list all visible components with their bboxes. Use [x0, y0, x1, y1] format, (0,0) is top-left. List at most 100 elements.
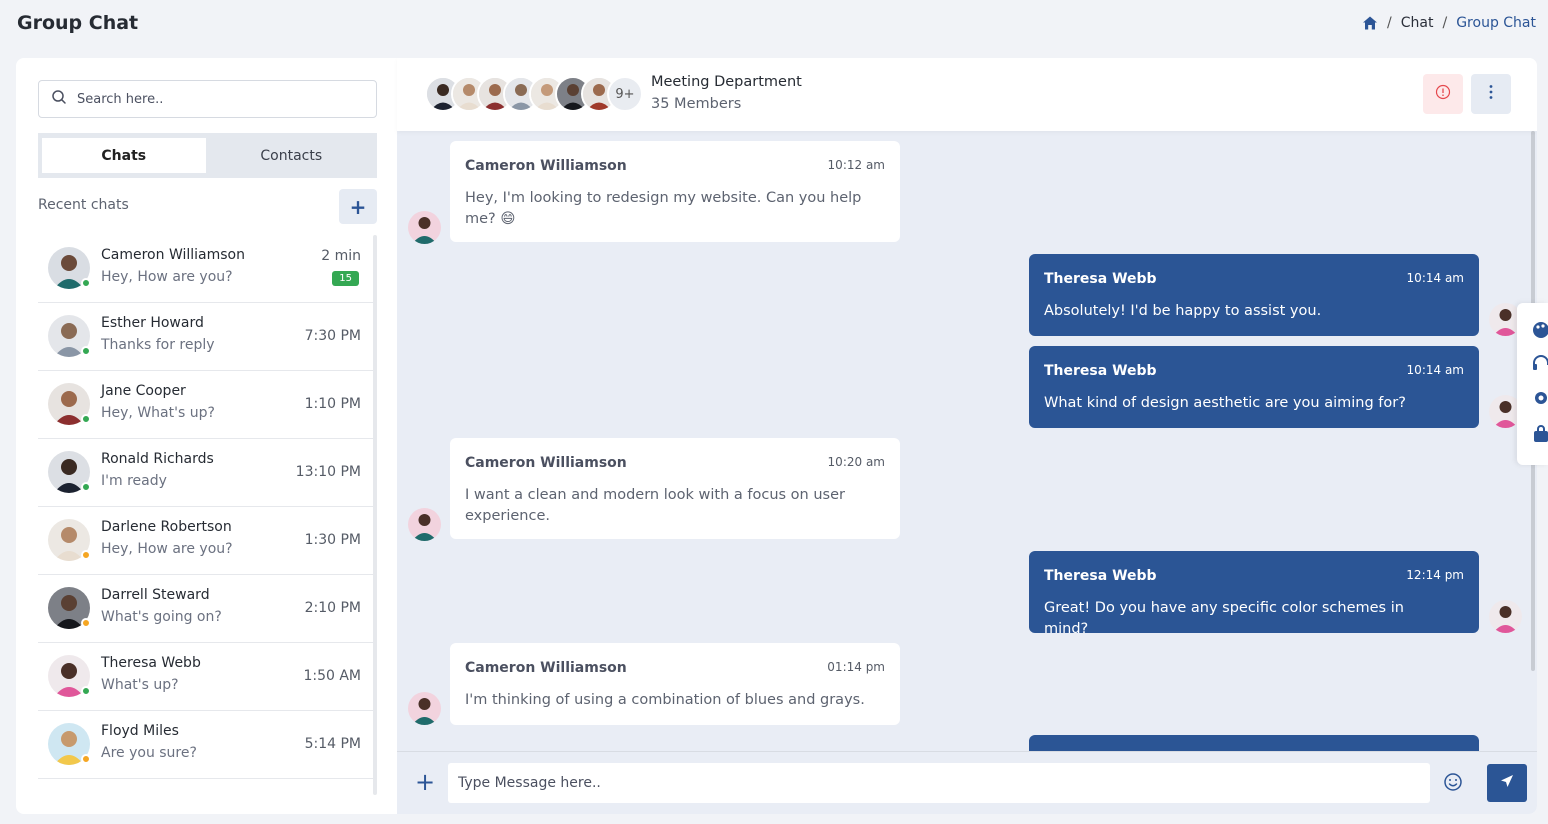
chat-card: Chats Contacts Recent chats + Cameron Wi… — [16, 58, 1537, 814]
message-time: 10:14 am — [1406, 363, 1464, 377]
search-icon — [51, 89, 67, 109]
online-status-dot — [81, 278, 91, 288]
message-bubble-outgoing — [1029, 735, 1479, 751]
breadcrumb: / Chat / Group Chat — [1362, 15, 1536, 31]
message-bubble-incoming: Cameron Williamson 10:12 am Hey, I'm loo… — [450, 141, 900, 242]
online-status-dot — [81, 346, 91, 356]
avatar — [408, 508, 441, 541]
avatar — [408, 692, 441, 725]
message-bubble-incoming: Cameron Williamson 01:14 pm I'm thinking… — [450, 643, 900, 725]
away-status-dot — [81, 754, 91, 764]
chat-name: Jane Cooper — [101, 383, 186, 399]
message-bubble-incoming: Cameron Williamson 10:20 am I want a cle… — [450, 438, 900, 539]
unread-badge: 15 — [332, 271, 359, 286]
shopping-bag-icon[interactable] — [1531, 424, 1548, 444]
chat-list-item[interactable]: Ronald Richards I'm ready 13:10 PM — [38, 439, 373, 507]
chat-preview: What's up? — [101, 677, 179, 693]
breadcrumb-chat[interactable]: Chat — [1401, 15, 1434, 31]
page-title: Group Chat — [17, 12, 139, 34]
chat-time: 13:10 PM — [295, 464, 361, 480]
info-icon — [1435, 84, 1451, 104]
message-sender: Cameron Williamson — [465, 455, 627, 471]
message-sender: Theresa Webb — [1044, 568, 1157, 584]
chat-list-item[interactable]: Darrell Steward What's going on? 2:10 PM — [38, 575, 373, 643]
chat-time: 7:30 PM — [304, 328, 361, 344]
chat-preview: I'm ready — [101, 473, 167, 489]
conversation-header: 9+ Meeting Department 35 Members — [397, 58, 1537, 131]
message-sender: Theresa Webb — [1044, 271, 1157, 287]
more-members-count[interactable]: 9+ — [607, 76, 643, 112]
chat-list-item[interactable]: Esther Howard Thanks for reply 7:30 PM — [38, 303, 373, 371]
tab-contacts[interactable]: Contacts — [210, 138, 374, 173]
chat-name: Floyd Miles — [101, 723, 179, 739]
chat-sidebar: Chats Contacts Recent chats + Cameron Wi… — [16, 58, 396, 814]
message-text: Great! Do you have any specific color sc… — [1044, 600, 1404, 637]
chat-list-item[interactable]: Theresa Webb What's up? 1:50 AM — [38, 643, 373, 711]
message-sender: Cameron Williamson — [465, 660, 627, 676]
chat-time: 1:30 PM — [304, 532, 361, 548]
breadcrumb-separator: / — [1387, 15, 1392, 31]
message-sender: Cameron Williamson — [465, 158, 627, 174]
message-bubble-outgoing: Theresa Webb 10:14 am Absolutely! I'd be… — [1029, 254, 1479, 336]
message-text: I want a clean and modern look with a fo… — [465, 487, 845, 524]
message-thread: Cameron Williamson 10:12 am Hey, I'm loo… — [397, 131, 1537, 751]
conversation-panel: 9+ Meeting Department 35 Members Cameron… — [397, 58, 1537, 814]
chat-name: Esther Howard — [101, 315, 204, 331]
away-status-dot — [81, 618, 91, 628]
message-time: 12:14 pm — [1406, 568, 1464, 582]
online-status-dot — [81, 414, 91, 424]
home-icon[interactable] — [1362, 15, 1378, 31]
group-member-count: 35 Members — [651, 96, 742, 112]
message-input[interactable] — [448, 763, 1430, 803]
more-options-button[interactable] — [1471, 74, 1511, 114]
emoji-icon[interactable] — [1443, 772, 1463, 796]
search-input[interactable] — [77, 91, 357, 107]
gear-icon[interactable] — [1531, 388, 1548, 408]
chat-list-scrollbar[interactable] — [373, 235, 377, 795]
chat-preview: Hey, How are you? — [101, 541, 233, 557]
message-composer: + — [397, 751, 1537, 814]
search-box[interactable] — [38, 80, 377, 118]
headset-icon[interactable] — [1531, 353, 1548, 373]
send-icon — [1499, 773, 1515, 793]
palette-icon[interactable] — [1531, 320, 1548, 340]
chat-time: 1:10 PM — [304, 396, 361, 412]
breadcrumb-separator: / — [1442, 15, 1448, 31]
send-button[interactable] — [1487, 764, 1527, 802]
chat-list-item[interactable]: Jane Cooper Hey, What's up? 1:10 PM — [38, 371, 373, 439]
recent-chats-label: Recent chats — [38, 197, 129, 213]
avatar — [1489, 600, 1522, 633]
attach-button[interactable]: + — [415, 770, 435, 794]
message-text: Hey, I'm looking to redesign my website.… — [465, 190, 862, 227]
chat-name: Cameron Williamson — [101, 247, 245, 263]
chat-list-item[interactable]: Cameron Williamson Hey, How are you? 2 m… — [38, 235, 373, 303]
info-button[interactable] — [1423, 74, 1463, 114]
chat-name: Darlene Robertson — [101, 519, 232, 535]
group-name: Meeting Department — [651, 74, 802, 90]
chat-preview: What's going on? — [101, 609, 222, 625]
avatar — [408, 211, 441, 244]
message-text: Absolutely! I'd be happy to assist you. — [1044, 303, 1322, 319]
add-chat-button[interactable]: + — [339, 189, 377, 224]
message-text: What kind of design aesthetic are you ai… — [1044, 395, 1406, 411]
floating-side-toolbar — [1517, 303, 1548, 465]
chat-preview: Thanks for reply — [101, 337, 215, 353]
message-bubble-outgoing: Theresa Webb 10:14 am What kind of desig… — [1029, 346, 1479, 428]
message-time: 10:12 am — [827, 158, 885, 172]
tab-chats[interactable]: Chats — [42, 138, 206, 173]
chat-list-item[interactable]: Floyd Miles Are you sure? 5:14 PM — [38, 711, 373, 779]
member-avatars[interactable]: 9+ — [425, 76, 643, 112]
breadcrumb-group-chat: Group Chat — [1456, 15, 1536, 31]
chat-preview: Hey, What's up? — [101, 405, 215, 421]
chat-time: 2:10 PM — [304, 600, 361, 616]
chat-name: Ronald Richards — [101, 451, 214, 467]
message-time: 10:14 am — [1406, 271, 1464, 285]
online-status-dot — [81, 686, 91, 696]
away-status-dot — [81, 550, 91, 560]
chat-tabs: Chats Contacts — [38, 133, 377, 178]
message-sender: Theresa Webb — [1044, 363, 1157, 379]
chat-list-item[interactable]: Darlene Robertson Hey, How are you? 1:30… — [38, 507, 373, 575]
message-time: 10:20 am — [827, 455, 885, 469]
chat-preview: Are you sure? — [101, 745, 197, 761]
chat-name: Darrell Steward — [101, 587, 210, 603]
